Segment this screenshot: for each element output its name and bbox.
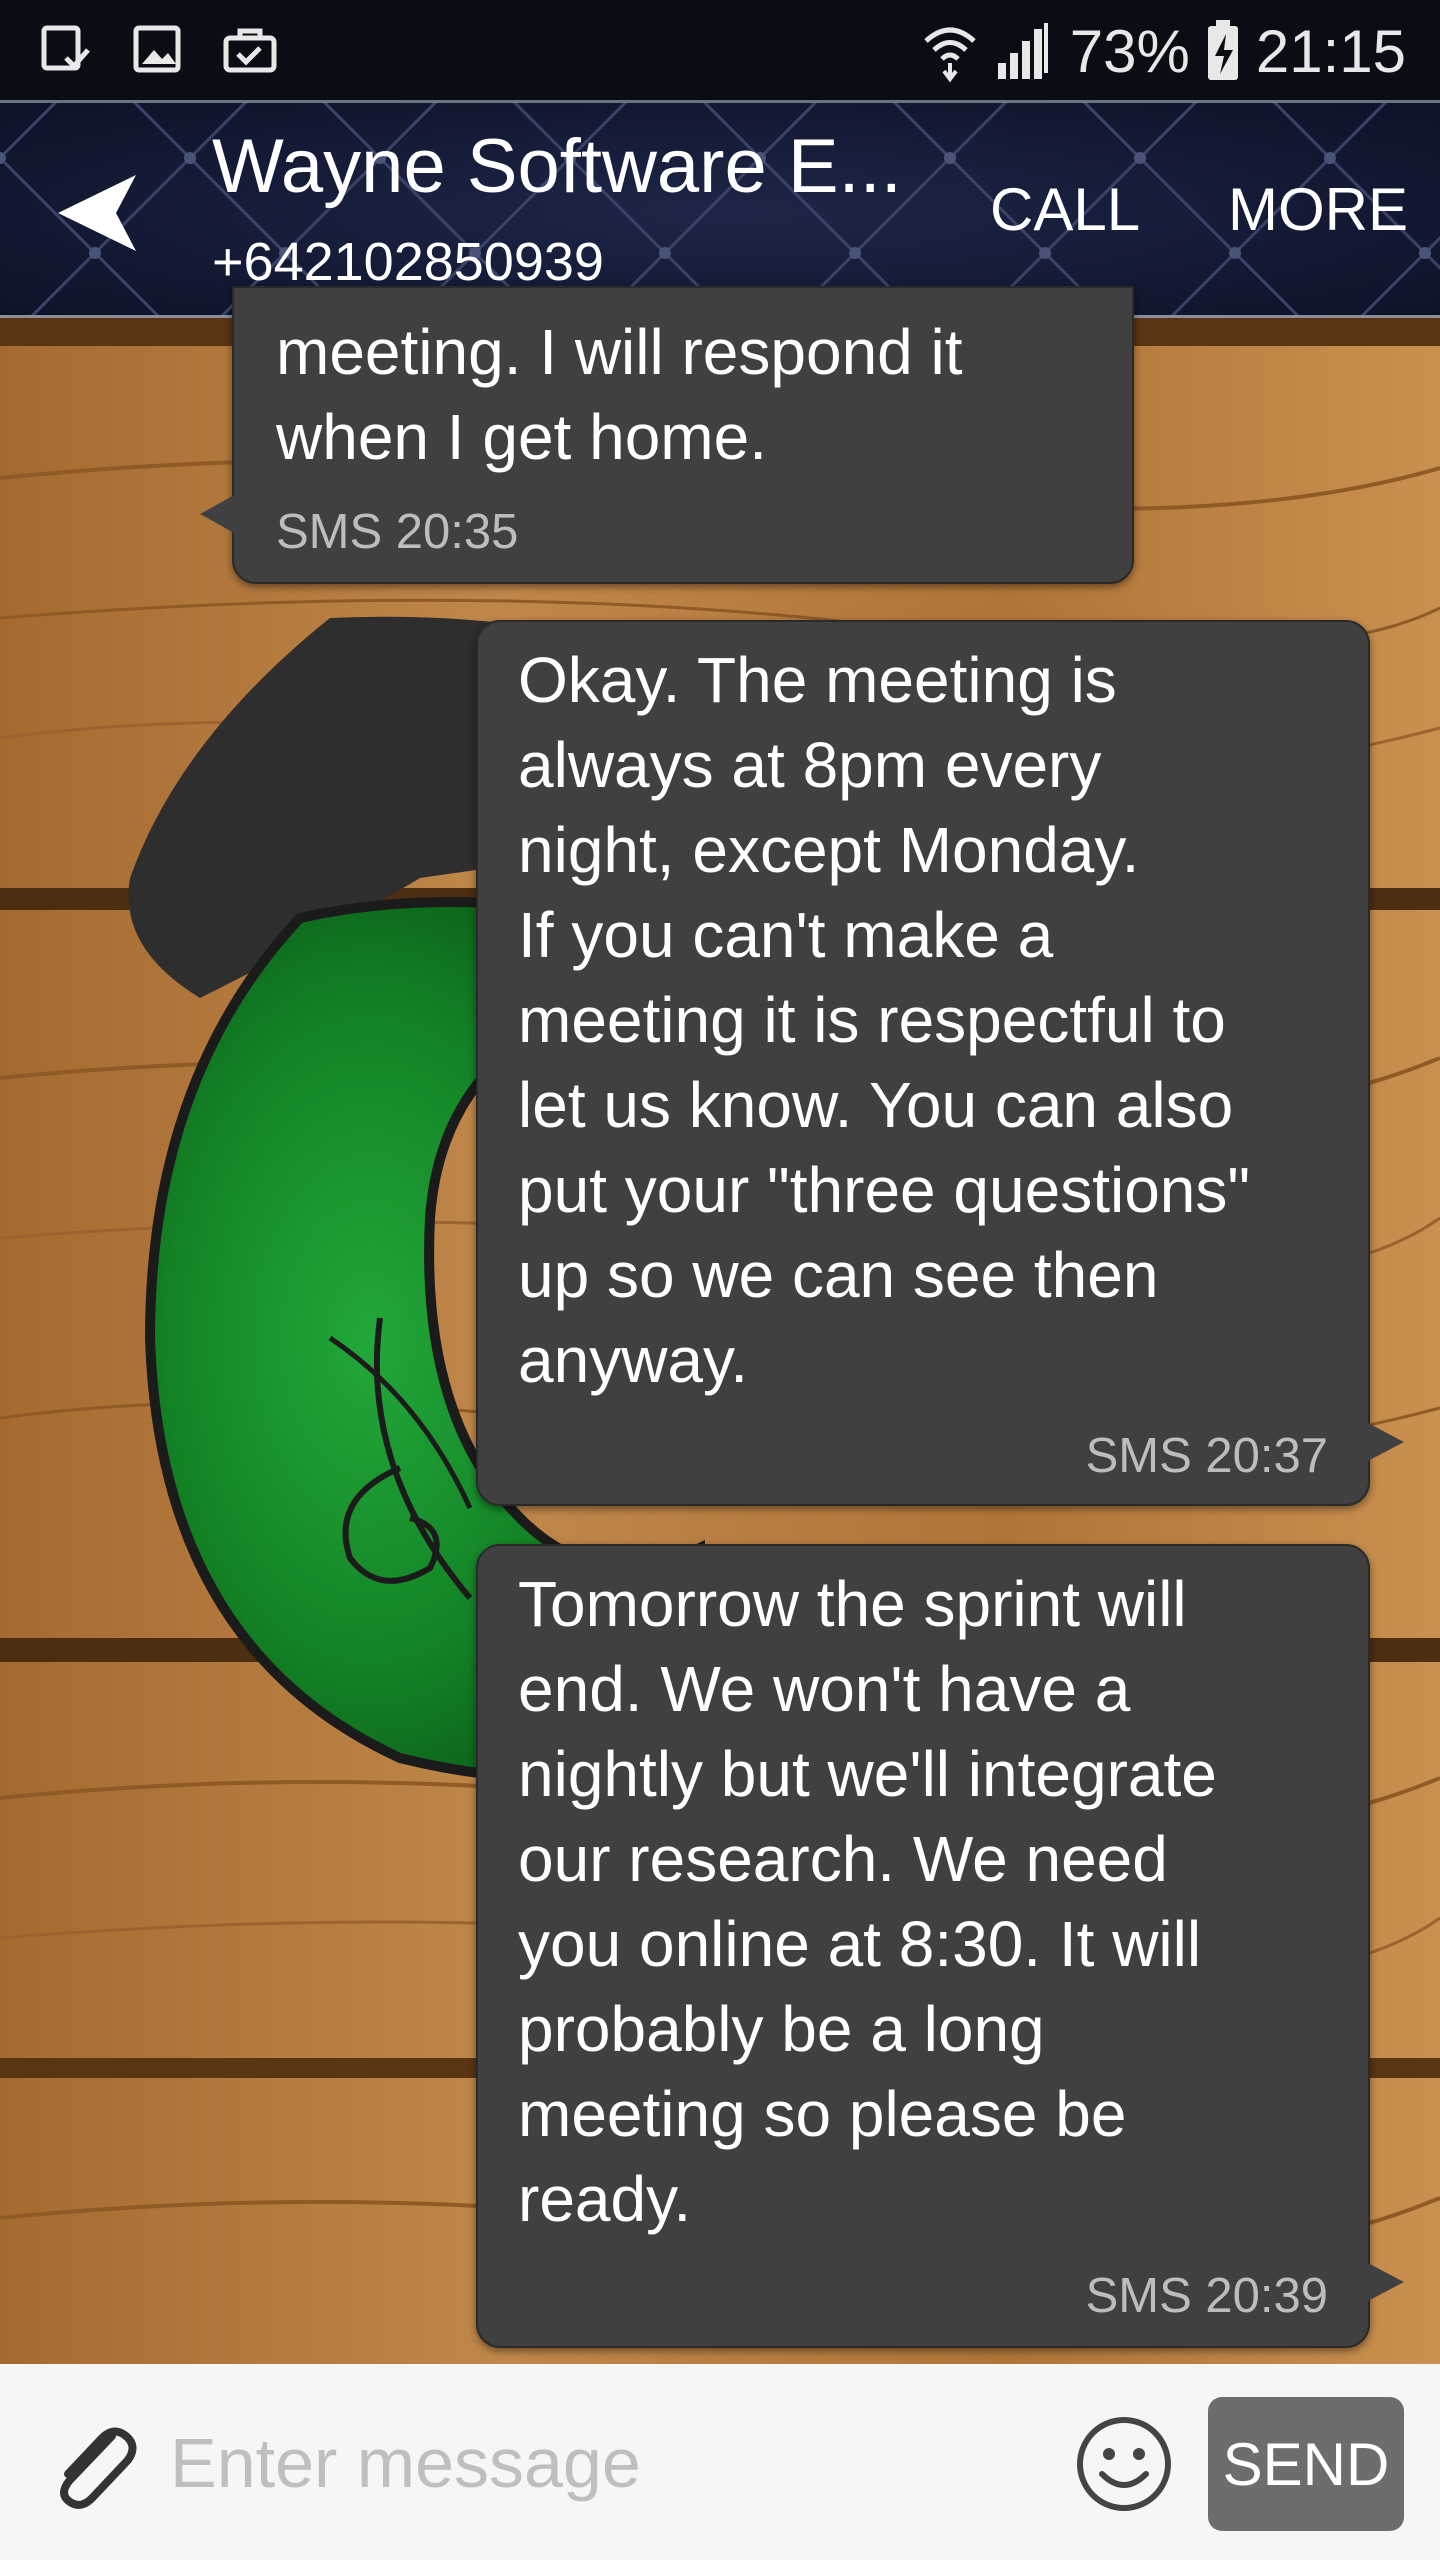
send-button[interactable]: SEND: [1208, 2397, 1404, 2531]
download-complete-icon: [41, 25, 90, 71]
message-text: Tomorrow the sprint will end. We won't h…: [518, 1568, 1217, 2235]
message-timestamp: SMS 20:35: [276, 505, 519, 559]
gallery-icon: [133, 25, 181, 73]
bubble-tail: [200, 494, 236, 534]
message-composer: SEND: [0, 2364, 1440, 2560]
battery-percent: 73%: [1069, 17, 1190, 85]
clock: 21:15: [1255, 17, 1406, 85]
wifi-icon: [924, 27, 976, 83]
bubble-tail: [1366, 1422, 1404, 1462]
message-text: Okay. The meeting is always at 8pm every…: [518, 644, 1251, 1396]
smiley-icon[interactable]: [1074, 2414, 1174, 2514]
more-button[interactable]: MORE: [1228, 175, 1408, 244]
paperclip-icon[interactable]: [42, 2414, 142, 2514]
contact-phone-number: +642102850939: [212, 232, 604, 292]
message-text: meeting. I will respond it when I get ho…: [276, 316, 963, 473]
message-bubble-outgoing[interactable]: Tomorrow the sprint will end. We won't h…: [476, 1544, 1404, 2348]
status-bar: 73% 21:15: [0, 0, 1440, 100]
message-bubble-outgoing[interactable]: Okay. The meeting is always at 8pm every…: [476, 620, 1404, 1506]
cell-signal-icon: [997, 23, 1048, 79]
back-arrow-icon[interactable]: [52, 163, 152, 263]
call-button[interactable]: CALL: [990, 175, 1140, 244]
system-indicators: 73% 21:15: [922, 12, 1406, 90]
message-timestamp: SMS 20:39: [1085, 2269, 1328, 2323]
message-input[interactable]: [168, 2402, 1052, 2524]
bubble-tail: [1366, 2262, 1404, 2302]
notification-icons: [38, 22, 278, 78]
message-timestamp: SMS 20:37: [1085, 1429, 1328, 1483]
contact-name[interactable]: Wayne Software E...: [212, 123, 902, 210]
briefcase-check-icon: [223, 28, 277, 73]
battery-charging-icon: [1207, 20, 1238, 80]
message-bubble-incoming[interactable]: meeting. I will respond it when I get ho…: [200, 286, 1134, 584]
